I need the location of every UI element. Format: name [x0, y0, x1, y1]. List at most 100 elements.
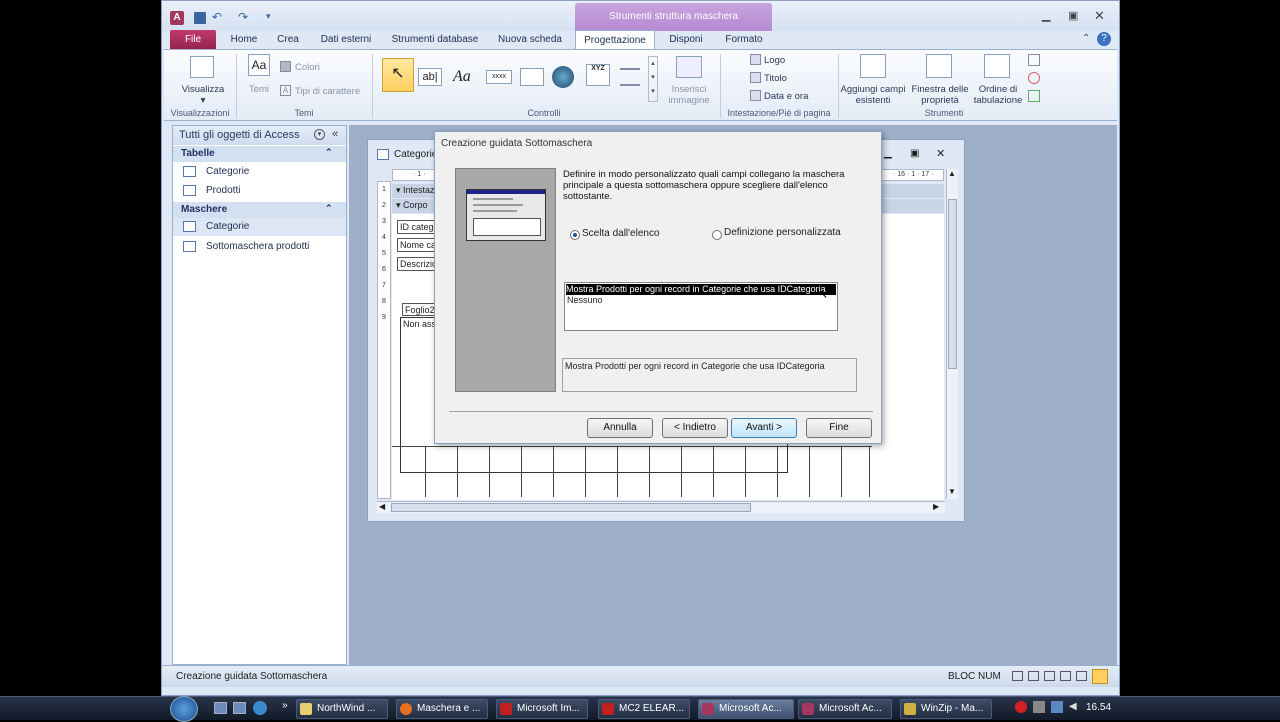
task-maschera[interactable]: Maschera e ... — [396, 699, 488, 719]
tab-external-data[interactable]: Dati esterni — [312, 30, 380, 49]
show-desktop-icon[interactable] — [214, 702, 227, 714]
subform-label-foglio2[interactable]: Foglio2 — [402, 303, 436, 316]
tray-icon[interactable] — [1033, 701, 1045, 713]
add-fields-button[interactable]: Aggiungi campi esistenti — [840, 84, 906, 106]
close-icon[interactable]: ✕ — [1094, 8, 1105, 24]
form-minimize-icon[interactable]: ▁ — [884, 148, 892, 159]
scroll-down-icon[interactable]: ▼ — [948, 487, 956, 496]
datetime-icon[interactable] — [750, 90, 761, 101]
tab-arrange[interactable]: Disponi — [662, 30, 710, 49]
section-collapse-icon[interactable]: ⌃ — [325, 203, 333, 214]
task-access-active[interactable]: Microsoft Ac... — [698, 699, 794, 719]
field-id-categoria[interactable]: ID categoria — [397, 220, 437, 234]
nav-item-form-sottomaschera[interactable]: Sottomaschera prodotti — [173, 238, 346, 256]
design-view-icon[interactable] — [1092, 669, 1108, 684]
button-tool-icon[interactable]: xxxx — [486, 70, 512, 84]
tab-design[interactable]: Progettazione — [575, 30, 655, 49]
print-view-icon[interactable] — [1060, 671, 1071, 681]
form-restore-icon[interactable]: ▣ — [910, 148, 919, 159]
vertical-scroll-thumb[interactable] — [948, 199, 957, 369]
form-close-icon[interactable]: ✕ — [936, 147, 945, 160]
select-tool-icon[interactable]: ↖ — [382, 58, 414, 92]
restore-icon[interactable]: ▣ — [1068, 9, 1078, 22]
task-northwind[interactable]: NorthWind ... — [296, 699, 388, 719]
combo-box-tool-icon[interactable] — [620, 68, 640, 86]
subform-icon[interactable] — [1028, 54, 1040, 66]
horizontal-scrollbar[interactable]: ◀ ▶ — [377, 501, 945, 513]
scroll-up-icon[interactable]: ▲ — [948, 169, 956, 178]
list-item-selected[interactable]: Mostra Prodotti per ogni record in Categ… — [566, 284, 836, 295]
add-fields-icon[interactable] — [860, 54, 886, 78]
logo-icon[interactable] — [750, 54, 761, 65]
datasheet-view-icon[interactable] — [1028, 671, 1039, 681]
nav-menu-icon[interactable]: ▾ — [314, 129, 325, 140]
field-nome-categoria[interactable]: Nome categoria — [397, 238, 437, 252]
colors-button[interactable]: Colori — [295, 62, 325, 73]
tab-database-tools[interactable]: Strumenti database — [386, 30, 484, 49]
nav-item-table-categorie[interactable]: Categorie — [173, 163, 346, 181]
next-button[interactable]: Avanti > — [731, 418, 797, 438]
themes-button[interactable]: Temi — [240, 84, 278, 95]
tab-format[interactable]: Formato — [718, 30, 770, 49]
start-button-icon[interactable] — [170, 696, 198, 722]
option-group-tool-icon[interactable]: XYZ — [586, 64, 610, 86]
colors-icon[interactable] — [280, 61, 291, 72]
tab-file[interactable]: File — [170, 30, 216, 49]
pivot-view-icon[interactable] — [1076, 671, 1087, 681]
insert-image-button[interactable]: Inserisci immagine — [662, 84, 716, 106]
radio-choose-from-list[interactable] — [570, 230, 580, 240]
task-access[interactable]: Microsoft Ac... — [798, 699, 892, 719]
ribbon-collapse-icon[interactable]: ⌃ — [1082, 33, 1090, 44]
tab-order-button[interactable]: Ordine di tabulazione — [968, 84, 1028, 106]
tab-home[interactable]: Home — [224, 30, 264, 49]
nav-collapse-icon[interactable]: « — [332, 128, 338, 140]
nav-item-form-categorie[interactable]: Categorie — [173, 218, 346, 236]
nav-section-tables[interactable]: Tabelle ⌃ — [173, 146, 346, 162]
datetime-button[interactable]: Data e ora — [764, 91, 824, 102]
vertical-scrollbar[interactable]: ▲ ▼ — [946, 169, 958, 499]
task-winzip[interactable]: WinZip - Ma... — [900, 699, 992, 719]
tab-control-tool-icon[interactable] — [520, 68, 544, 86]
form-view-icon[interactable] — [1012, 671, 1023, 681]
help-icon[interactable]: ? — [1097, 32, 1111, 46]
fonts-button[interactable]: Tipi di carattere — [295, 86, 375, 97]
title-icon[interactable] — [750, 72, 761, 83]
convert-macros-icon[interactable] — [1028, 90, 1040, 102]
nav-header[interactable]: Tutti gli oggetti di Access ▾ « — [173, 126, 346, 145]
switch-windows-icon[interactable] — [233, 702, 246, 714]
link-options-listbox[interactable]: Mostra Prodotti per ogni record in Categ… — [564, 282, 838, 331]
layout-view-icon[interactable] — [1044, 671, 1055, 681]
minimize-icon[interactable]: ▁ — [1042, 9, 1050, 22]
themes-icon[interactable]: Aa — [248, 54, 270, 76]
task-mc2[interactable]: MC2 ELEAR... — [598, 699, 690, 719]
tab-order-icon[interactable] — [984, 54, 1010, 78]
nav-section-forms[interactable]: Maschere ⌃ — [173, 202, 346, 218]
insert-image-icon[interactable] — [676, 56, 702, 78]
scroll-left-icon[interactable]: ◀ — [379, 502, 385, 511]
view-code-icon[interactable] — [1028, 72, 1040, 84]
option-custom-definition-label[interactable]: Definizione personalizzata — [724, 227, 841, 238]
tab-create[interactable]: Crea — [270, 30, 306, 49]
view-icon[interactable] — [190, 56, 214, 78]
view-dropdown-icon[interactable]: ▾ — [174, 95, 232, 106]
property-sheet-button[interactable]: Finestra delle proprietà — [908, 84, 972, 106]
scroll-right-icon[interactable]: ▶ — [933, 502, 939, 511]
textbox-tool-icon[interactable]: ab| — [418, 68, 442, 86]
taskbar-overflow-icon[interactable]: » — [282, 700, 288, 711]
finish-button[interactable]: Fine — [806, 418, 872, 438]
tab-new[interactable]: Nuova scheda — [492, 30, 568, 49]
task-microsoft-im[interactable]: Microsoft Im... — [496, 699, 588, 719]
fonts-icon[interactable]: A — [280, 85, 291, 96]
tray-record-icon[interactable] — [1015, 701, 1027, 713]
list-item[interactable]: Nessuno — [567, 295, 833, 306]
title-button[interactable]: Titolo — [764, 73, 804, 84]
label-tool-icon[interactable]: Aa — [453, 68, 471, 86]
cancel-button[interactable]: Annulla — [587, 418, 653, 438]
controls-more-icon[interactable]: ▴ ▾ ▾ — [648, 56, 658, 102]
section-collapse-icon[interactable]: ⌃ — [325, 147, 333, 158]
logo-button[interactable]: Logo — [764, 55, 804, 66]
nav-item-table-prodotti[interactable]: Prodotti — [173, 182, 346, 200]
ie-icon[interactable] — [253, 701, 267, 715]
clock[interactable]: 16.54 — [1086, 702, 1111, 713]
option-choose-from-list-label[interactable]: Scelta dall'elenco — [582, 228, 660, 239]
